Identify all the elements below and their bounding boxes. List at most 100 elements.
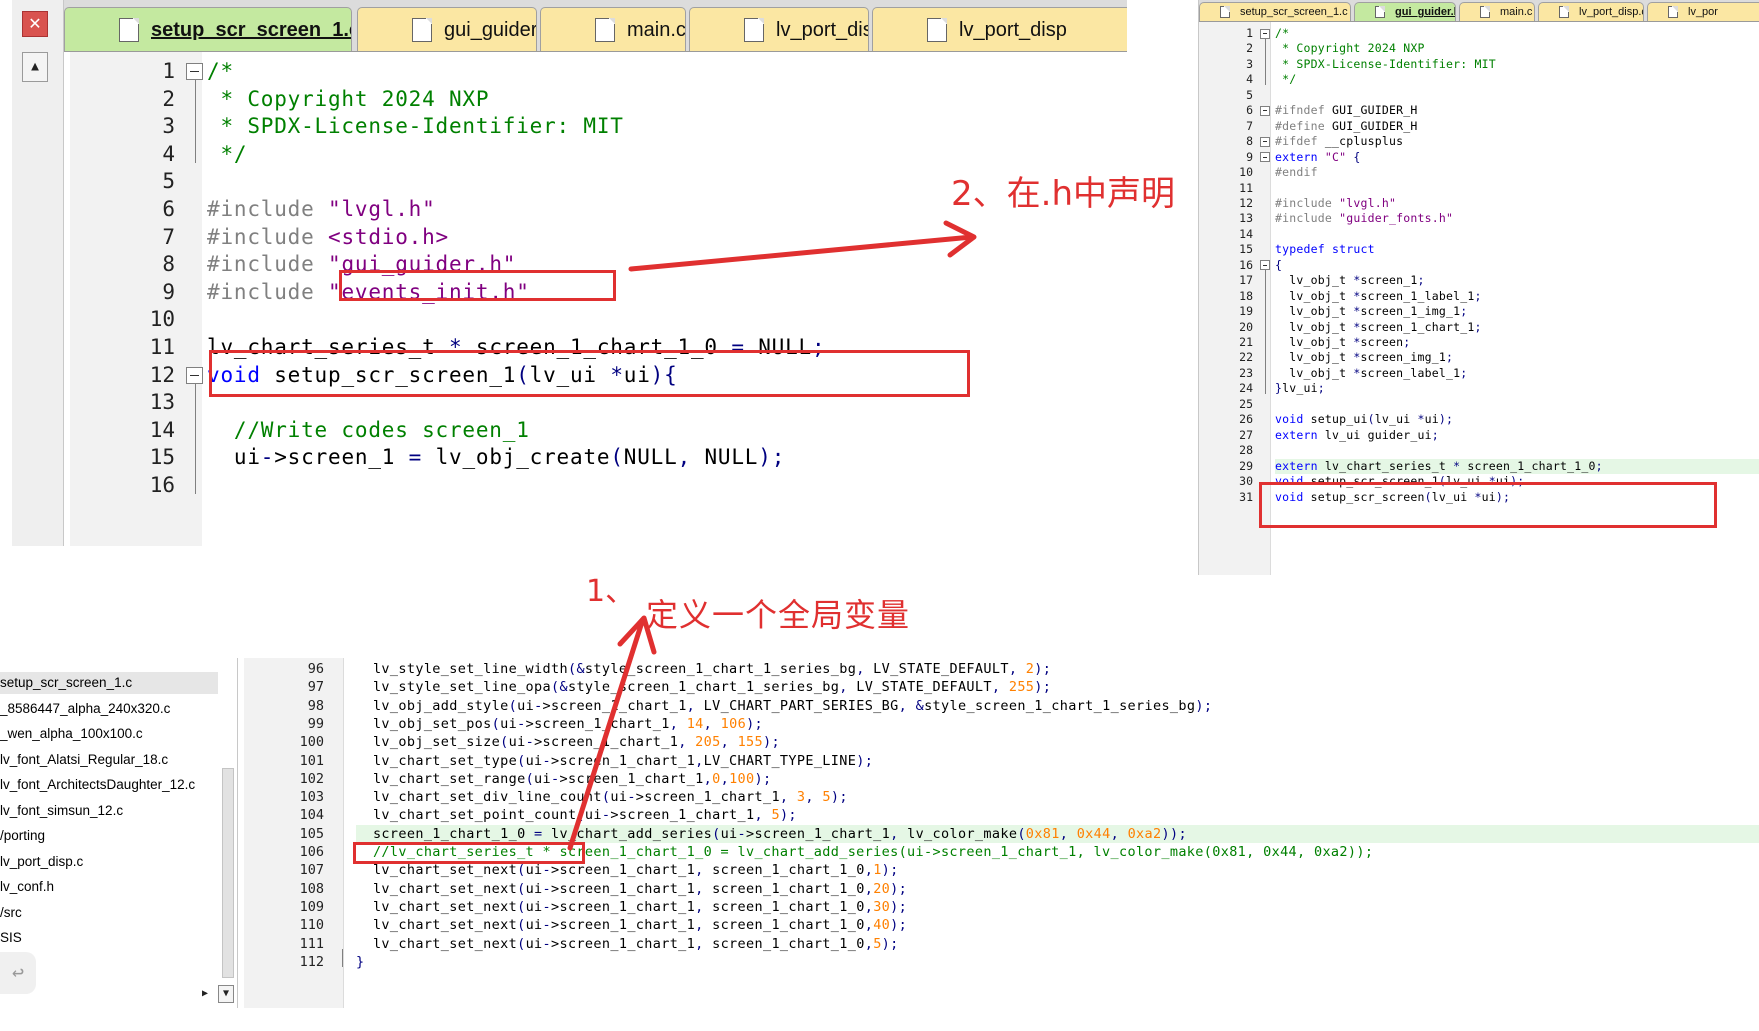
tree-item[interactable]: SIS xyxy=(0,927,218,949)
line-number: 2 xyxy=(1246,41,1253,56)
code-line[interactable]: /* xyxy=(207,58,234,86)
code-line[interactable]: lv_chart_set_next(ui->screen_1_chart_1, … xyxy=(356,916,907,934)
code-line[interactable]: lv_obj_t *screen_1; xyxy=(1275,273,1425,288)
code-line[interactable]: lv_chart_set_next(ui->screen_1_chart_1, … xyxy=(356,898,907,916)
code-line[interactable]: lv_obj_set_pos(ui->screen_1_chart_1, 14,… xyxy=(356,715,763,733)
tab-setup-scr-screen-1-c[interactable]: setup_scr_screen_1.c xyxy=(1199,2,1351,21)
code-line[interactable]: lv_obj_t *screen_1_chart_1; xyxy=(1275,320,1482,335)
code-line[interactable]: lv_obj_t *screen_1_label_1; xyxy=(1275,289,1482,304)
fold-toggle[interactable] xyxy=(1260,136,1270,147)
code-line[interactable]: lv_obj_t *screen_img_1; xyxy=(1275,350,1453,365)
code-line[interactable]: #include "events_init.h" xyxy=(207,279,530,307)
code-line[interactable]: #include "guider_fonts.h" xyxy=(1275,211,1453,226)
code-line[interactable]: lv_chart_set_point_count(ui->screen_1_ch… xyxy=(356,806,797,824)
tree-item[interactable]: setup_scr_screen_1.c xyxy=(0,672,218,694)
fold-toggle[interactable] xyxy=(1260,260,1270,271)
code-line[interactable]: lv_chart_series_t * screen_1_chart_1_0 =… xyxy=(207,334,825,362)
code-line[interactable]: lv_chart_set_range(ui->screen_1_chart_1,… xyxy=(356,770,771,788)
code-line[interactable]: extern "C" { xyxy=(1275,150,1361,165)
back-button[interactable]: ↩ xyxy=(0,952,36,994)
tab-setup-scr-screen-1-c[interactable]: setup_scr_screen_1.c xyxy=(64,7,352,51)
code-line[interactable]: lv_chart_set_div_line_count(ui->screen_1… xyxy=(356,788,848,806)
tab-lv-port-disp[interactable]: lv_port_disp xyxy=(872,7,1127,51)
line-number: 6 xyxy=(162,197,175,221)
code-line[interactable]: lv_chart_set_next(ui->screen_1_chart_1, … xyxy=(356,861,899,879)
code-line[interactable]: #endif xyxy=(1275,165,1318,180)
code-line[interactable]: lv_obj_t *screen; xyxy=(1275,335,1410,350)
code-line[interactable]: #ifdef __cplusplus xyxy=(1275,134,1403,149)
line-number: 3 xyxy=(162,114,175,139)
tree-scroll-right-button[interactable]: ▶ xyxy=(198,985,212,1003)
scroll-up-button[interactable]: ▲ xyxy=(22,52,48,82)
tree-item[interactable]: _wen_alpha_100x100.c xyxy=(0,723,218,745)
code-line[interactable]: void setup_scr_screen_1(lv_ui *ui); xyxy=(1275,474,1524,489)
tab-main-c[interactable]: main.c xyxy=(540,7,686,51)
tab-lv-port-disp-c[interactable]: lv_port_disp.c xyxy=(1538,2,1644,21)
code-line[interactable]: extern lv_chart_series_t * screen_1_char… xyxy=(1275,459,1603,474)
tree-item[interactable]: _8586447_alpha_240x320.c xyxy=(0,698,218,720)
code-line[interactable]: }lv_ui; xyxy=(1275,381,1325,396)
tree-item[interactable]: /porting xyxy=(0,825,218,847)
code-line[interactable]: #include "lvgl.h" xyxy=(1275,196,1396,211)
code-line[interactable]: extern lv_ui guider_ui; xyxy=(1275,428,1439,443)
close-editor-button[interactable]: ✕ xyxy=(22,11,48,37)
tree-item[interactable]: lv_port_disp.c xyxy=(0,851,218,873)
code-line[interactable]: * Copyright 2024 NXP xyxy=(1275,41,1425,56)
code-line[interactable]: */ xyxy=(207,141,247,169)
tree-scroll-down-button[interactable]: ▼ xyxy=(218,985,234,1003)
fold-toggle[interactable] xyxy=(186,63,203,81)
fold-guide xyxy=(1265,270,1266,394)
tab-main-c[interactable]: main.c xyxy=(1459,2,1535,21)
tab-gui-guider-h[interactable]: gui_guider.h xyxy=(1354,2,1456,21)
code-line[interactable]: lv_chart_set_next(ui->screen_1_chart_1, … xyxy=(356,935,899,953)
code-line[interactable]: * SPDX-License-Identifier: MIT xyxy=(207,113,624,141)
fold-toggle[interactable] xyxy=(1260,152,1270,163)
tree-item[interactable]: setup_scr_screen_1.c xyxy=(0,658,218,662)
code-line[interactable]: * Copyright 2024 NXP xyxy=(207,86,489,114)
code-line[interactable]: #include "lvgl.h" xyxy=(207,196,436,224)
code-line[interactable]: #ifndef GUI_GUIDER_H xyxy=(1275,103,1417,118)
code-line[interactable]: { xyxy=(1275,258,1282,273)
code-line[interactable]: #include <stdio.h> xyxy=(207,224,449,252)
code-line[interactable]: lv_obj_set_size(ui->screen_1_chart_1, 20… xyxy=(356,733,780,751)
code-line[interactable]: lv_style_set_line_width(&style_screen_1_… xyxy=(356,660,1051,678)
code-line[interactable]: typedef struct xyxy=(1275,242,1375,257)
tree-scrollbar[interactable] xyxy=(222,768,234,978)
code-line[interactable]: //Write codes screen_1 xyxy=(207,417,530,445)
tab-lv-port-disp-c[interactable]: lv_port_disp.c xyxy=(689,7,869,51)
code-line[interactable]: } xyxy=(356,953,364,971)
fold-toggle[interactable] xyxy=(186,366,203,384)
fold-toggle[interactable] xyxy=(1260,105,1270,116)
code-line[interactable]: lv_obj_t *screen_label_1; xyxy=(1275,366,1467,381)
tree-item[interactable]: /src xyxy=(0,902,218,924)
code-line[interactable]: //lv_chart_series_t * screen_1_chart_1_0… xyxy=(356,843,1373,861)
code-line[interactable]: * SPDX-License-Identifier: MIT xyxy=(1275,57,1496,72)
code-line[interactable]: /* xyxy=(1275,26,1289,41)
code-line[interactable]: lv_obj_t *screen_1_img_1; xyxy=(1275,304,1467,319)
tab-gui-guider-h[interactable]: gui_guider.h xyxy=(357,7,537,51)
code-line[interactable]: */ xyxy=(1275,72,1296,87)
code-line[interactable]: void setup_scr_screen(lv_ui *ui); xyxy=(1275,490,1510,505)
code-line[interactable]: void setup_ui(lv_ui *ui); xyxy=(1275,412,1453,427)
project-tree-list: setup_scr_screen_1.c setup_scr_screen_1.c… xyxy=(0,658,218,988)
fold-toggle[interactable] xyxy=(1260,28,1270,39)
line-number: 5 xyxy=(1246,87,1253,102)
code-line[interactable]: #include "gui_guider.h" xyxy=(207,251,516,279)
code-line[interactable]: lv_chart_set_type(ui->screen_1_chart_1,L… xyxy=(356,752,873,770)
code-line[interactable]: lv_chart_set_next(ui->screen_1_chart_1, … xyxy=(356,880,907,898)
tree-item[interactable]: lv_conf.h xyxy=(0,876,218,898)
editor-chart-setup: setup_scr_screen_1.c setup_scr_screen_1.c… xyxy=(0,658,1759,1008)
file-icon xyxy=(1220,6,1230,18)
tree-item[interactable]: lv_font_ArchitectsDaughter_12.c xyxy=(0,774,218,796)
tree-item[interactable]: lv_font_Alatsi_Regular_18.c xyxy=(0,749,218,771)
tree-item[interactable]: lv_font_simsun_12.c xyxy=(0,800,218,822)
line-number: 2 xyxy=(162,86,175,111)
code-line[interactable]: #define GUI_GUIDER_H xyxy=(1275,119,1417,134)
project-tree[interactable]: setup_scr_screen_1.c setup_scr_screen_1.c… xyxy=(0,658,238,1008)
code-line[interactable]: ui->screen_1 = lv_obj_create(NULL, NULL)… xyxy=(207,444,785,472)
code-line[interactable]: screen_1_chart_1_0 = lv_chart_add_series… xyxy=(356,825,1187,843)
code-line[interactable]: lv_obj_add_style(ui->screen_1_chart_1, L… xyxy=(356,697,1212,715)
code-line[interactable]: lv_style_set_line_opa(&style_screen_1_ch… xyxy=(356,678,1051,696)
tab-lv-por[interactable]: lv_por xyxy=(1647,2,1759,21)
code-line[interactable]: void setup_scr_screen_1(lv_ui *ui){ xyxy=(207,362,678,390)
